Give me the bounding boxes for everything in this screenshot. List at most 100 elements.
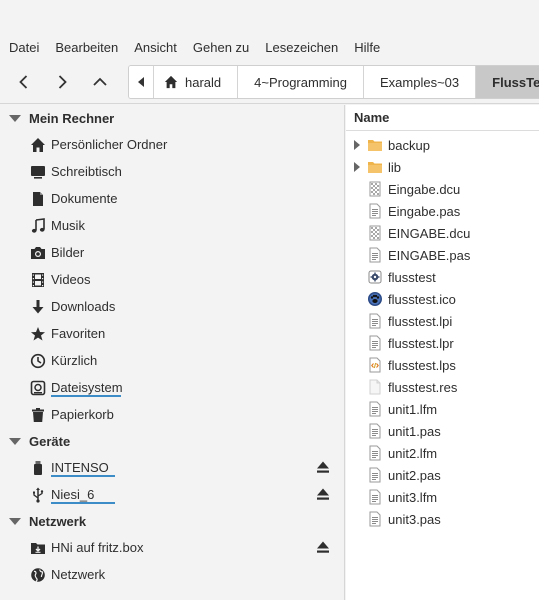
chevron-left-icon <box>19 75 28 89</box>
film-icon <box>32 273 44 287</box>
sidebar-item-downloads[interactable]: Downloads <box>0 293 344 320</box>
breadcrumb-home[interactable]: harald <box>154 66 239 98</box>
file-row[interactable]: flusstest.lpi <box>346 310 539 332</box>
sidebar-item-label: Downloads <box>51 299 116 314</box>
breadcrumb-current[interactable]: FlussTest <box>476 66 539 98</box>
menu-edit[interactable]: Bearbeiten <box>55 40 118 55</box>
file-row[interactable]: Eingabe.pas <box>346 200 539 222</box>
sidebar-item-dateisystem[interactable]: Dateisystem <box>0 374 344 401</box>
sidebar-item-hni-auf-fritz-box[interactable]: HNi auf fritz.box <box>0 534 344 561</box>
back-button[interactable] <box>6 68 42 96</box>
sidebar-item-label: Favoriten <box>51 326 106 341</box>
file-row[interactable]: unit3.lfm <box>346 486 539 508</box>
file-name: flusstest.lpi <box>388 314 453 329</box>
expand-triangle-icon[interactable] <box>354 162 360 172</box>
folder-row[interactable]: lib <box>346 156 539 178</box>
file-row[interactable]: unit1.lfm <box>346 398 539 420</box>
file-name: flusstest.lps <box>388 358 456 373</box>
sidebar-section-title: Mein Rechner <box>29 110 115 126</box>
file-row[interactable]: unit3.pas <box>346 508 539 530</box>
sidebar-item-intenso[interactable]: INTENSO <box>0 454 344 481</box>
sidebar-item-niesi-6[interactable]: Niesi_6 <box>0 481 344 508</box>
globe-icon <box>31 568 45 582</box>
usb-icon <box>33 487 44 503</box>
file-row[interactable]: flusstest.lpr <box>346 332 539 354</box>
sidebar-item-musik[interactable]: Musik <box>0 212 344 239</box>
menu-file[interactable]: Datei <box>9 40 39 55</box>
expand-triangle-icon[interactable] <box>354 140 360 150</box>
sidebar-item-videos[interactable]: Videos <box>0 266 344 293</box>
chevron-right-icon <box>58 75 67 89</box>
sidebar-section-header[interactable]: Netzwerk <box>0 508 86 534</box>
sidebar-section-title: Netzwerk <box>29 513 87 529</box>
network-drive-icon <box>31 543 45 554</box>
file-row[interactable]: EINGABE.pas <box>346 244 539 266</box>
file-name: flusstest.lpr <box>388 336 454 351</box>
file-row[interactable]: unit2.lfm <box>346 442 539 464</box>
menu-go[interactable]: Gehen zu <box>193 40 249 55</box>
sidebar-item-papierkorb[interactable]: Papierkorb <box>0 401 344 428</box>
sidebar-item-label: Videos <box>51 272 91 287</box>
code-file-icon <box>369 357 381 373</box>
file-row[interactable]: Eingabe.dcu <box>346 178 539 200</box>
forward-button[interactable] <box>44 68 80 96</box>
sidebar-item-favoriten[interactable]: Favoriten <box>0 320 344 347</box>
file-name: unit3.lfm <box>388 490 438 505</box>
file-name: lib <box>388 160 402 175</box>
breadcrumb-label: Examples~03 <box>380 74 460 90</box>
binary-file-icon <box>369 181 381 197</box>
file-name: flusstest.res <box>388 380 458 395</box>
breadcrumb-scroll-left[interactable] <box>129 66 154 98</box>
file-row[interactable]: flusstest.res <box>346 376 539 398</box>
triangle-down-icon <box>9 114 21 122</box>
sidebar-item-label: Persönlicher Ordner <box>51 137 168 152</box>
eject-icon[interactable] <box>316 487 330 501</box>
text-file-icon <box>369 203 381 219</box>
column-header-name[interactable]: Name <box>346 105 539 131</box>
sidebar-item-dokumente[interactable]: Dokumente <box>0 185 344 212</box>
file-name: unit1.lfm <box>388 402 438 417</box>
sidebar-item-label: Musik <box>51 218 85 233</box>
file-row[interactable]: flusstest.lps <box>346 354 539 376</box>
menu-help[interactable]: Hilfe <box>354 40 380 55</box>
file-row[interactable]: unit2.pas <box>346 464 539 486</box>
menu-bookmarks[interactable]: Lesezeichen <box>265 40 338 55</box>
desktop-icon <box>31 166 45 179</box>
text-file-icon <box>369 313 381 329</box>
star-icon <box>31 327 45 341</box>
file-row[interactable]: EINGABE.dcu <box>346 222 539 244</box>
up-button[interactable] <box>82 68 118 96</box>
file-row[interactable]: flusstest <box>346 266 539 288</box>
breadcrumb-label: harald <box>185 74 222 90</box>
sidebar-section-header[interactable]: Mein Rechner <box>0 105 114 131</box>
text-file-icon <box>369 401 381 417</box>
file-name: Eingabe.dcu <box>388 182 461 197</box>
sidebar-item-schreibtisch[interactable]: Schreibtisch <box>0 158 344 185</box>
menu-bar: Datei Bearbeiten Ansicht Gehen zu Leseze… <box>0 34 539 60</box>
menu-view[interactable]: Ansicht <box>134 40 177 55</box>
text-file-icon <box>369 511 381 527</box>
sidebar-item-pers-nlicher-ordner[interactable]: Persönlicher Ordner <box>0 131 344 158</box>
disk-usage-bar <box>51 395 121 397</box>
breadcrumb-examples[interactable]: Examples~03 <box>364 66 477 98</box>
document-icon <box>33 192 43 206</box>
file-name: unit3.pas <box>388 512 441 527</box>
trash-icon <box>32 408 44 422</box>
breadcrumb-programming[interactable]: 4~Programming <box>238 66 364 98</box>
eject-icon[interactable] <box>316 540 330 554</box>
sidebar-item-label: Netzwerk <box>51 567 106 582</box>
eject-icon[interactable] <box>316 460 330 474</box>
text-file-icon <box>369 489 381 505</box>
file-row[interactable]: unit1.pas <box>346 420 539 442</box>
sidebar-item-label: Niesi_6 <box>51 487 95 502</box>
sidebar-section-header[interactable]: Geräte <box>0 428 70 454</box>
sidebar-item-k-rzlich[interactable]: Kürzlich <box>0 347 344 374</box>
file-name: backup <box>388 138 430 153</box>
sidebar-item-bilder[interactable]: Bilder <box>0 239 344 266</box>
sidebar-item-netzwerk[interactable]: Netzwerk <box>0 561 344 588</box>
file-row[interactable]: flusstest.ico <box>346 288 539 310</box>
sidebar-item-label: Dokumente <box>51 191 118 206</box>
folder-row[interactable]: backup <box>346 134 539 156</box>
home-icon <box>164 75 178 89</box>
sidebar-item-label: Papierkorb <box>51 407 114 422</box>
